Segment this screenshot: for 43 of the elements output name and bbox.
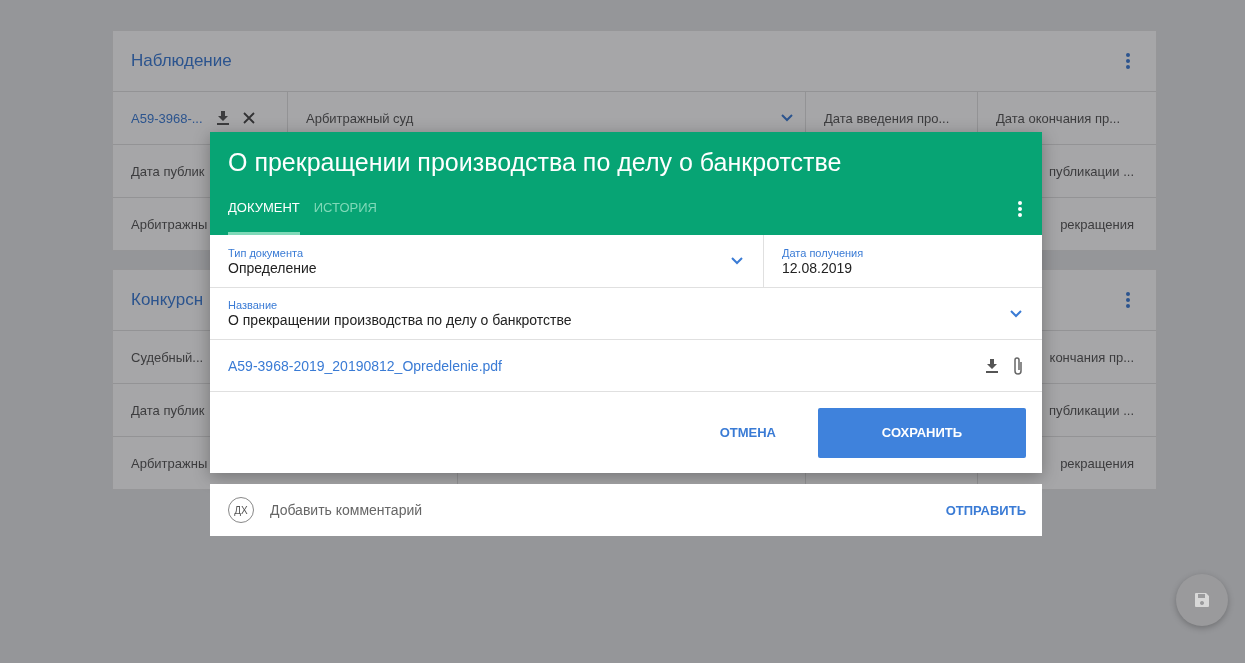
more-options-icon bbox=[1126, 53, 1130, 69]
table-cell: Дата публик bbox=[131, 163, 205, 179]
section-title: Конкурсн bbox=[131, 290, 204, 310]
more-options-icon bbox=[1126, 292, 1130, 308]
paperclip-icon bbox=[1012, 355, 1024, 376]
table-cell: Судебный... bbox=[131, 349, 204, 365]
input-field[interactable]: Тип документа Определение bbox=[210, 235, 764, 287]
field-value: О прекращении производства по делу о банкротстве bbox=[228, 312, 573, 328]
table-cell: рекращения bbox=[1060, 216, 1134, 232]
table-cell: Дата публик bbox=[131, 402, 205, 418]
send-button[interactable]: ОТПРАВИТЬ bbox=[945, 496, 1026, 524]
more-options-icon bbox=[1018, 201, 1022, 217]
field-label: Название bbox=[228, 299, 279, 311]
input-field[interactable]: Название О прекращении производства по делу о банкротстве bbox=[210, 288, 1042, 340]
chevron-down-icon bbox=[781, 114, 793, 122]
close-icon bbox=[242, 112, 255, 124]
field-label: Тип документа bbox=[228, 246, 305, 259]
section-title: Наблюдение bbox=[131, 51, 232, 71]
table-cell: рекращения bbox=[1060, 455, 1134, 471]
table-cell: публикации ... bbox=[1049, 163, 1134, 179]
table-cell-text: Арбитражный суд bbox=[306, 110, 415, 126]
file-link[interactable]: A59-3968-... bbox=[131, 110, 203, 126]
field-label: Дата получения bbox=[782, 246, 865, 259]
save-fab-button[interactable] bbox=[1176, 574, 1228, 626]
input-field[interactable]: Дата получения 12.08.2019 bbox=[764, 235, 1042, 287]
chevron-down-icon bbox=[1010, 309, 1022, 318]
file-link[interactable]: A59-3968-2019_20190812_Opredelenie.pdf bbox=[228, 357, 502, 374]
comment-field[interactable]: ДХ Добавить комментарий ОТПРАВИТЬ bbox=[210, 484, 1042, 536]
dialog-title: О прекращении производства по делу о банкротстве bbox=[228, 148, 843, 177]
table-cell: кончания пр... bbox=[1049, 349, 1134, 365]
cancel-button[interactable]: ОТМЕНА bbox=[693, 415, 802, 450]
table-cell: Дата окончания пр... bbox=[996, 110, 1121, 126]
field-value: 12.08.2019 bbox=[782, 259, 854, 276]
chevron-down-icon bbox=[731, 257, 743, 265]
table-cell: публикации ... bbox=[1049, 402, 1134, 418]
table-cell: Арбитражны bbox=[131, 455, 208, 471]
field-value: Определение bbox=[228, 259, 318, 276]
download-icon bbox=[216, 111, 229, 125]
table-cell: Арбитражны bbox=[131, 216, 208, 232]
tab[interactable]: ДОКУМЕНТ bbox=[228, 193, 300, 235]
save-button[interactable]: СОХРАНИТЬ bbox=[818, 407, 1026, 458]
download-icon bbox=[986, 358, 998, 373]
table-cell: Дата введения про... bbox=[824, 110, 950, 126]
